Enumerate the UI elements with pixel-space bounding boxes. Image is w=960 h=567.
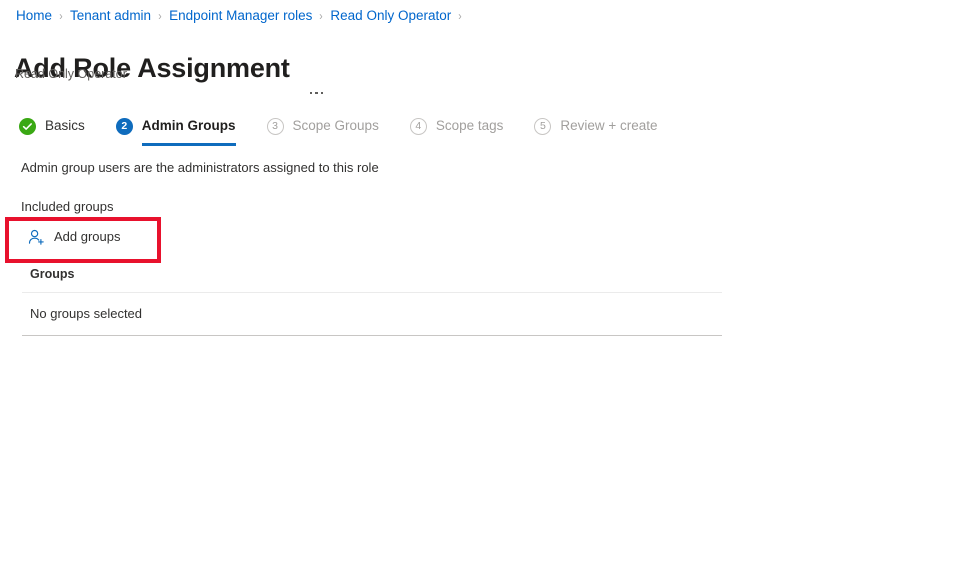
wizard-step-label-basics: Basics <box>45 118 85 133</box>
breadcrumb-chevron-icon: › <box>319 9 324 23</box>
step-number-badge: 2 <box>115 117 133 135</box>
wizard-steps: Basics 2 Admin Groups 3 Scope Groups 4 S… <box>19 117 658 146</box>
breadcrumb-chevron-icon: › <box>59 9 63 23</box>
breadcrumb-chevron-icon: › <box>158 9 162 23</box>
add-groups-button-label: Add groups <box>54 229 121 244</box>
included-groups-label: Included groups <box>21 199 114 214</box>
wizard-step-admin-groups[interactable]: 2 Admin Groups <box>115 117 236 146</box>
ellipsis-dot <box>309 91 313 95</box>
wizard-step-label-scope-groups: Scope Groups <box>292 118 379 133</box>
add-user-icon <box>28 229 45 246</box>
section-description: Admin group users are the administrators… <box>21 160 379 175</box>
page-subtitle: Read Only Operator <box>15 67 127 81</box>
ellipsis-dot <box>315 91 318 95</box>
breadcrumb-item-home[interactable]: Home <box>16 7 52 25</box>
wizard-step-review-create[interactable]: 5 Review + create <box>534 117 658 146</box>
wizard-step-label-review-create: Review + create <box>560 118 658 133</box>
breadcrumb-item-tenant-admin[interactable]: Tenant admin <box>70 7 151 25</box>
step-number-badge: 3 <box>266 117 284 135</box>
breadcrumb: Home › Tenant admin › Endpoint Manager r… <box>16 7 469 25</box>
table-column-header-groups: Groups <box>22 264 722 293</box>
breadcrumb-item-endpoint-manager-roles[interactable]: Endpoint Manager roles <box>169 7 312 25</box>
breadcrumb-chevron-icon: › <box>458 9 462 23</box>
add-groups-button[interactable]: Add groups <box>28 228 121 246</box>
step-number-badge: 5 <box>534 117 552 135</box>
wizard-step-scope-groups[interactable]: 3 Scope Groups <box>266 117 379 146</box>
wizard-step-label-scope-tags: Scope tags <box>435 118 504 133</box>
check-circle-icon <box>19 117 36 135</box>
wizard-step-label-admin-groups: Admin Groups <box>141 118 236 133</box>
breadcrumb-item-read-only-operator[interactable]: Read Only Operator <box>330 7 451 25</box>
table-row: No groups selected <box>22 293 722 336</box>
ellipsis-dot <box>320 91 324 95</box>
wizard-step-scope-tags[interactable]: 4 Scope tags <box>409 117 504 146</box>
groups-table: Groups No groups selected <box>22 264 722 336</box>
wizard-step-basics[interactable]: Basics <box>19 117 85 146</box>
add-role-assignment-page: Home › Tenant admin › Endpoint Manager r… <box>0 0 960 567</box>
step-number-badge: 4 <box>409 117 427 135</box>
more-options-icon[interactable] <box>308 90 326 97</box>
